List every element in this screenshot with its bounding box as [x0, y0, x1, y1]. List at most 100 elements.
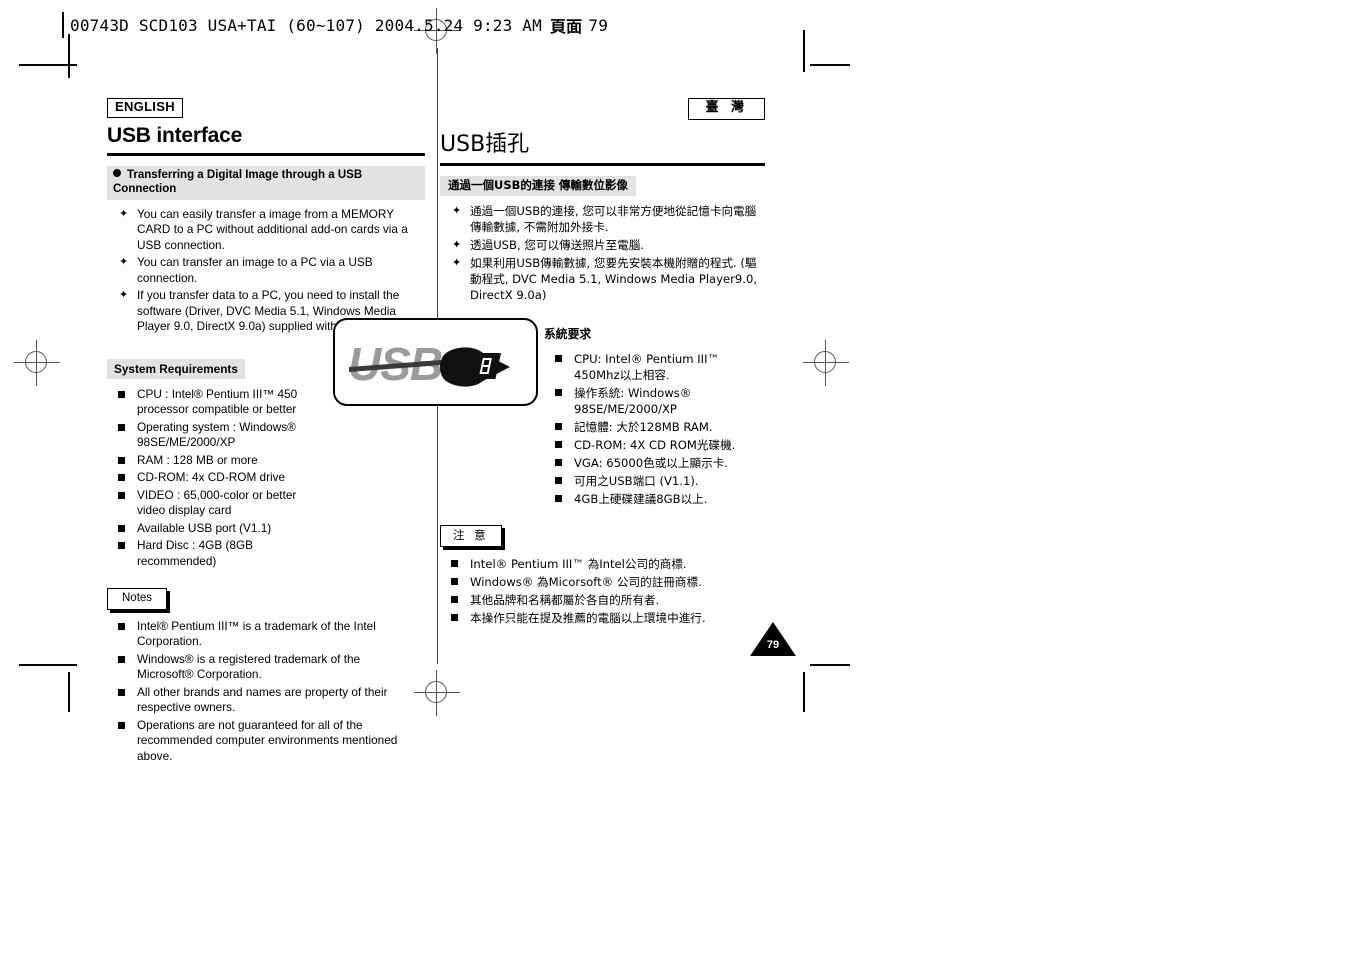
slug-page-number: 79	[588, 15, 609, 35]
list-item: Hard Disc : 4GB (8GB recommended)	[107, 538, 322, 569]
list-item-text: 透過USB, 您可以傳送照片至電腦.	[470, 237, 644, 252]
square-bullet-icon	[555, 422, 562, 430]
list-item-text: 可用之USB端口 (V1.1).	[574, 473, 699, 488]
crop-mark-bottom-left-horizontal	[19, 664, 77, 666]
list-item: CPU : Intel® Pentium III™ 450 processor …	[107, 387, 322, 418]
list-item: ✦ 如果利用USB傳輸數據, 您要先安裝本機附贈的程式. (驅動程式, DVC M…	[440, 255, 765, 303]
list-item: 其他品牌和名稱都屬於各自的所有者.	[440, 592, 740, 608]
square-bullet-icon	[451, 577, 458, 585]
list-item: Operating system : Windows® 98SE/ME/2000…	[107, 420, 322, 451]
list-item: VIDEO : 65,000-color or better video dis…	[107, 488, 322, 519]
list-item: CD-ROM: 4x CD-ROM drive	[107, 470, 322, 486]
list-item-text: 如果利用USB傳輸數據, 您要先安裝本機附贈的程式. (驅動程式, DVC Me…	[470, 255, 758, 302]
square-bullet-icon	[555, 388, 562, 396]
list-item: All other brands and names are property …	[107, 685, 407, 716]
square-bullet-icon	[451, 559, 458, 567]
square-bullet-icon	[118, 491, 125, 499]
square-bullet-icon	[118, 456, 125, 464]
section-heading-notes-taiwan: 注 意	[440, 524, 502, 547]
list-item: ✦ 通過一個USB的連接, 您可以非常方便地從記憶卡向電腦傳輸數據, 不需附加外接…	[440, 203, 765, 235]
list-item: Intel® Pentium III™ is a trademark of th…	[107, 619, 407, 650]
crop-mark-top-left-vertical	[68, 34, 70, 78]
list-item-text: 操作系統: Windows® 98SE/ME/2000/XP	[574, 385, 692, 416]
list-item: Windows® 為Micorsoft® 公司的註冊商標.	[440, 574, 740, 590]
square-bullet-icon	[118, 474, 125, 482]
list-item-text: Available USB port (V1.1)	[137, 520, 272, 535]
list-item-text: Hard Disc : 4GB (8GB recommended)	[137, 538, 254, 568]
prepress-slug-line: 00743D SCD103 USA+TAI (60~107) 2004.5.24…	[62, 10, 608, 40]
list-item-text: All other brands and names are property …	[137, 684, 388, 715]
list-item: ✦ You can transfer an image to a PC via a…	[107, 255, 425, 286]
list-item-text: You can easily transfer a image from a M…	[137, 206, 408, 252]
list-item: RAM : 128 MB or more	[107, 453, 322, 469]
list-item-text: 本操作只能在提及推薦的電腦以上環境中進行.	[470, 610, 706, 625]
list-item-text: Operating system : Windows® 98SE/ME/2000…	[137, 419, 296, 450]
list-item: CD-ROM: 4X CD ROM光碟機.	[544, 437, 759, 453]
list-item: CPU: Intel® Pentium III™ 450Mhz以上相容.	[544, 351, 759, 383]
list-item-text: CPU : Intel® Pentium III™ 450 processor …	[137, 386, 298, 417]
list-item-text: Intel® Pentium III™ is a trademark of th…	[137, 618, 376, 649]
slug-rule	[62, 12, 64, 38]
registration-mark-bottom-circle	[425, 681, 447, 703]
list-item-text: Windows® is a registered trademark of th…	[137, 651, 361, 682]
section-heading-transfer-english-text: Transferring a Digital Image through a U…	[113, 168, 363, 195]
square-bullet-icon	[118, 390, 125, 398]
registration-mark-right-circle	[814, 351, 836, 373]
square-bullet-icon	[118, 688, 125, 696]
list-item: Available USB port (V1.1)	[107, 521, 322, 537]
usb-logo-frame: USB	[333, 318, 538, 406]
page-title-taiwan: USB插孔	[440, 131, 530, 157]
list-item-text: 記憶體: 大於128MB RAM.	[574, 419, 713, 434]
list-item: 可用之USB端口 (V1.1).	[544, 473, 759, 489]
list-item: 操作系統: Windows® 98SE/ME/2000/XP	[544, 385, 759, 417]
list-item-text: CD-ROM: 4X CD ROM光碟機.	[574, 437, 736, 452]
list-item-text: RAM : 128 MB or more	[137, 452, 258, 467]
section-heading-notes-english: Notes	[107, 588, 168, 610]
diamond-bullet-icon: ✦	[119, 207, 129, 220]
page-number-badge: 79	[750, 622, 796, 656]
title-rule-english	[107, 152, 425, 156]
square-bullet-icon	[555, 476, 562, 484]
crop-mark-top-left-horizontal	[19, 64, 77, 66]
square-bullet-icon	[451, 613, 458, 621]
diamond-bullet-icon: ✦	[119, 289, 129, 302]
square-bullet-icon	[451, 595, 458, 603]
crop-mark-bottom-right-horizontal	[810, 664, 850, 666]
diamond-bullet-icon: ✦	[452, 255, 462, 269]
section-heading-requirements-taiwan: 系統要求	[544, 326, 592, 341]
crop-mark-bottom-left-vertical	[68, 672, 70, 712]
section-heading-requirements-english: System Requirements	[107, 358, 245, 379]
slug-filename: 00743D SCD103 USA+TAI (60~107) 2004.5.24…	[70, 15, 542, 35]
list-item: 本操作只能在提及推薦的電腦以上環境中進行.	[440, 610, 740, 626]
section-heading-transfer-taiwan: 通過一個USB的連接 傳輸數位影像	[440, 175, 636, 196]
list-item-text: Windows® 為Micorsoft® 公司的註冊商標.	[470, 574, 702, 589]
requirements-list-taiwan: CPU: Intel® Pentium III™ 450Mhz以上相容. 操作系…	[544, 351, 759, 507]
language-tag-taiwan: 臺 灣	[688, 98, 765, 120]
square-bullet-icon	[118, 655, 125, 663]
list-item-text: VIDEO : 65,000-color or better video dis…	[137, 487, 297, 518]
printed-page-sheet: 00743D SCD103 USA+TAI (60~107) 2004.5.24…	[0, 0, 1348, 954]
list-item-text: Operations are not guaranteed for all of…	[137, 717, 398, 763]
square-bullet-icon	[555, 440, 562, 448]
registration-mark-right	[803, 340, 849, 386]
square-bullet-icon	[555, 458, 562, 466]
transfer-list-taiwan: ✦ 通過一個USB的連接, 您可以非常方便地從記憶卡向電腦傳輸數據, 不需附加外接…	[440, 203, 765, 303]
page-title-english: USB interface	[107, 123, 243, 147]
list-item-text: Intel® Pentium III™ 為Intel公司的商標.	[470, 556, 687, 571]
requirements-list-english: CPU : Intel® Pentium III™ 450 processor …	[107, 387, 322, 570]
crop-mark-top-right-horizontal	[810, 64, 850, 66]
diamond-bullet-icon: ✦	[452, 203, 462, 217]
crop-mark-bottom-right-vertical	[803, 672, 805, 712]
list-item: 記憶體: 大於128MB RAM.	[544, 419, 759, 435]
section-heading-transfer-english: Transferring a Digital Image through a U…	[107, 165, 425, 200]
list-item: VGA: 65000色或以上顯示卡.	[544, 455, 759, 471]
bullet-dot-icon	[113, 168, 121, 177]
notes-list-taiwan: Intel® Pentium III™ 為Intel公司的商標. Windows…	[440, 556, 740, 626]
list-item: ✦ 透過USB, 您可以傳送照片至電腦.	[440, 237, 765, 253]
square-bullet-icon	[555, 494, 562, 502]
page-badge-number: 79	[766, 639, 780, 651]
square-bullet-icon	[118, 542, 125, 550]
list-item: ✦ You can easily transfer a image from a …	[107, 207, 425, 254]
list-item: Windows® is a registered trademark of th…	[107, 652, 407, 683]
transfer-list-english: ✦ You can easily transfer a image from a …	[107, 207, 425, 335]
